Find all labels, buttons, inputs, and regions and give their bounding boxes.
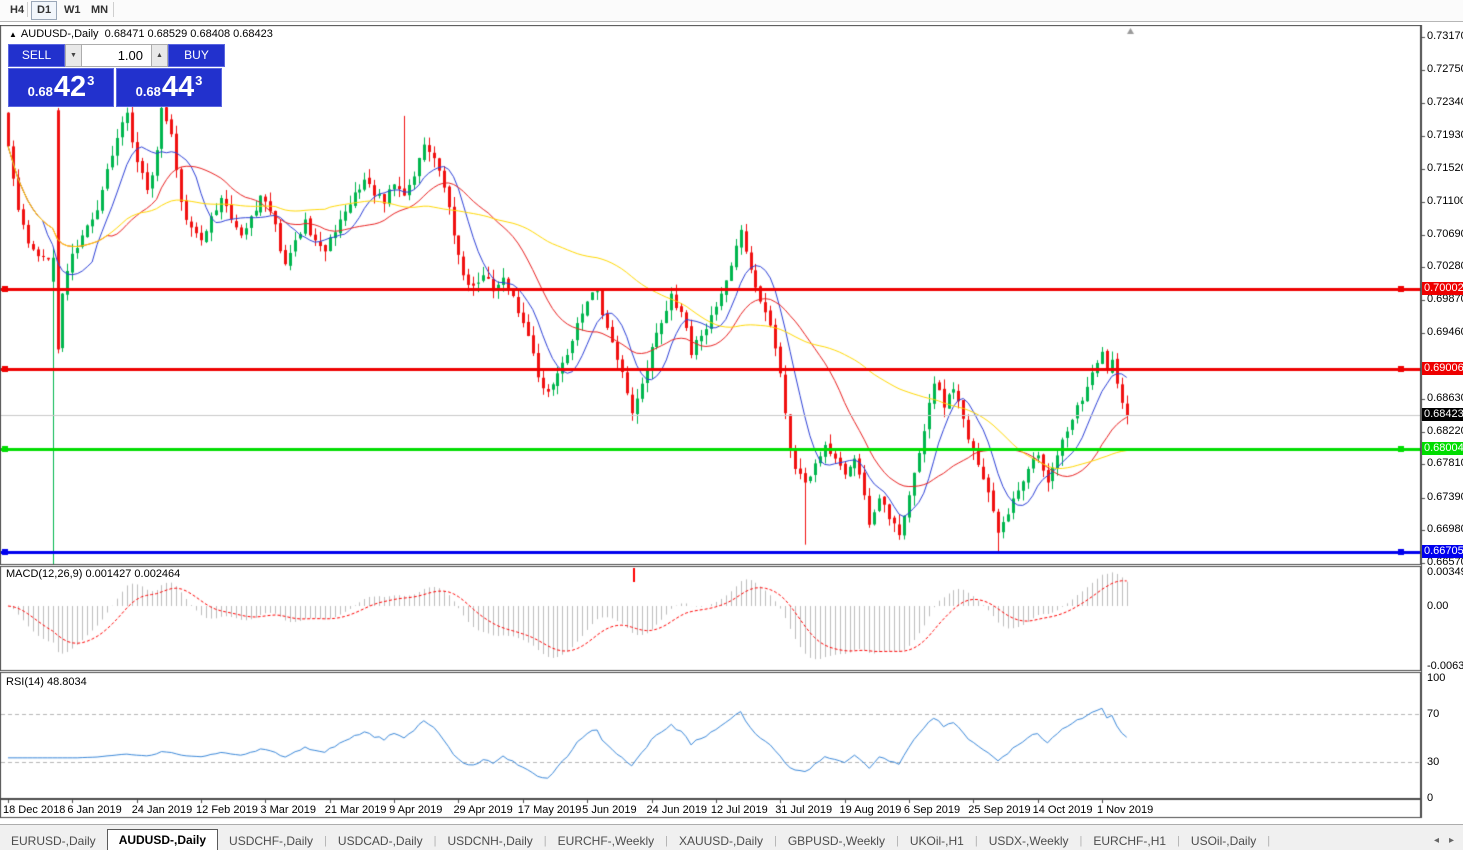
timeframe-button-mn[interactable]: MN [85,1,114,20]
date-label: 25 Sep 2019 [968,804,1030,816]
price-tick-label: 0.68220 [1427,425,1463,437]
price-tick-label: 0.71520 [1427,162,1463,174]
chart-tab-eurchf-h1[interactable]: EURCHF-,H1 [1082,832,1177,850]
macd-scale-label: -0.00637 [1427,660,1463,672]
timeframe-button-w1[interactable]: W1 [58,1,87,20]
collapse-triangle-icon[interactable]: ▲ [9,30,17,39]
toolbar-separator [113,2,114,17]
buy-button[interactable]: BUY [168,44,225,67]
price-tick-label: 0.72340 [1427,96,1463,108]
timeframe-button-d1[interactable]: D1 [31,1,57,20]
price-tick-label: 0.71930 [1427,129,1463,141]
chart-title-row: ▲ AUDUSD-,Daily 0.68471 0.68529 0.68408 0… [9,28,273,40]
buy-price-display[interactable]: 0.68 44 3 [116,68,222,107]
volume-stepper-down-button[interactable]: ▼ [65,44,82,67]
chart-title: AUDUSD-,Daily [21,28,99,40]
price-tick-label: 0.70690 [1427,228,1463,240]
date-label: 3 Mar 2019 [260,804,316,816]
price-tick-label: 0.71100 [1427,195,1463,207]
sell-price-prefix: 0.68 [28,84,53,99]
macd-indicator-label: MACD(12,26,9) 0.001427 0.002464 [6,568,180,580]
date-label: 29 Apr 2019 [453,804,512,816]
price-tag-0.68004: 0.68004 [1422,442,1463,455]
chart-tab-xauusd-daily[interactable]: XAUUSD-,Daily [668,832,774,850]
chart-tab-eurusd-daily[interactable]: EURUSD-,Daily [0,832,107,850]
date-label: 9 Apr 2019 [389,804,442,816]
price-tick-label: 0.73170 [1427,30,1463,42]
date-label: 5 Jun 2019 [582,804,636,816]
date-label: 1 Nov 2019 [1097,804,1153,816]
buy-price-point: 3 [195,73,202,88]
date-label: 12 Jul 2019 [711,804,768,816]
chart-tab-ukoil-h1[interactable]: UKOil-,H1 [899,832,975,850]
chart-tab-gbpusd-weekly[interactable]: GBPUSD-,Weekly [777,832,896,850]
price-tick-label: 0.67810 [1427,457,1463,469]
rsi-indicator-label: RSI(14) 48.8034 [6,676,87,688]
price-tick-label: 0.66980 [1427,523,1463,535]
date-label: 24 Jun 2019 [647,804,708,816]
chart-canvas[interactable] [0,25,1463,821]
tab-scroll-arrows: ◂▸ [1429,835,1459,846]
date-label: 6 Jan 2019 [67,804,121,816]
toolbar-separator [27,2,28,17]
sell-price-display[interactable]: 0.68 42 3 [8,68,114,107]
date-label: 31 Jul 2019 [775,804,832,816]
mt4-terminal: H4 D1 W1 MN ▲ AUDUSD-,Daily 0.68471 0.685… [0,0,1463,850]
date-label: 24 Jan 2019 [132,804,193,816]
chart-tab-usdcad-daily[interactable]: USDCAD-,Daily [327,832,434,850]
sell-price-point: 3 [87,73,94,88]
rsi-scale-label: 70 [1427,708,1439,720]
price-tick-label: 0.67390 [1427,491,1463,503]
date-label: 14 Oct 2019 [1033,804,1093,816]
chart-tab-eurchf-weekly[interactable]: EURCHF-,Weekly [547,832,665,850]
rsi-scale-label: 30 [1427,756,1439,768]
price-tick-label: 0.69460 [1427,326,1463,338]
volume-stepper-up-button[interactable]: ▲ [151,44,168,67]
tab-scroll-left-button[interactable]: ◂ [1429,835,1444,846]
chart-tab-usdcnh-daily[interactable]: USDCNH-,Daily [436,832,543,850]
one-click-trading-widget: SELL ▼ 1.00 ▲ BUY 0.68 42 3 0.68 44 3 [8,44,225,107]
date-label: 21 Mar 2019 [325,804,387,816]
tab-separator: | [1267,832,1270,850]
volume-input[interactable]: 1.00 [82,44,151,67]
price-tag-0.70002: 0.70002 [1422,282,1463,295]
date-label: 18 Dec 2018 [3,804,65,816]
chart-window: ▲ AUDUSD-,Daily 0.68471 0.68529 0.68408 0… [0,22,1463,821]
price-scale[interactable]: 0.73170 0.72750 0.72340 0.71930 0.71520 0.711… [1421,25,1463,821]
price-tick-label: 0.68630 [1427,392,1463,404]
chart-tab-usoil-daily[interactable]: USOil-,Daily [1180,832,1267,850]
rsi-scale-label: 100 [1427,672,1445,684]
buy-price-pips: 44 [162,72,194,102]
price-tag-0.68423: 0.68423 [1422,408,1463,421]
price-tick-label: 0.72750 [1427,63,1463,75]
tab-scroll-right-button[interactable]: ▸ [1444,835,1459,846]
sell-price-pips: 42 [54,72,86,102]
sell-button[interactable]: SELL [8,44,65,67]
macd-scale-label: 0.00 [1427,600,1448,612]
chart-tab-usdx-weekly[interactable]: USDX-,Weekly [978,832,1080,850]
rsi-scale-label: 0 [1427,792,1433,804]
price-tick-label: 0.70280 [1427,260,1463,272]
date-label: 12 Feb 2019 [196,804,258,816]
timeframe-toolbar: H4 D1 W1 MN [0,0,1463,22]
price-tag-0.66705: 0.66705 [1422,545,1463,558]
chart-tab-bar: EURUSD-,DailyAUDUSD-,DailyUSDCHF-,Daily |… [0,824,1463,850]
macd-scale-label: 0.00349 [1427,566,1463,578]
chart-tab-usdchf-daily[interactable]: USDCHF-,Daily [218,832,324,850]
buy-price-prefix: 0.68 [136,84,161,99]
date-label: 6 Sep 2019 [904,804,960,816]
date-label: 17 May 2019 [518,804,582,816]
chart-tab-audusd-daily[interactable]: AUDUSD-,Daily [107,829,218,850]
date-label: 19 Aug 2019 [840,804,902,816]
price-tag-0.69006: 0.69006 [1422,362,1463,375]
chart-ohlc-values: 0.68471 0.68529 0.68408 0.68423 [105,28,273,40]
